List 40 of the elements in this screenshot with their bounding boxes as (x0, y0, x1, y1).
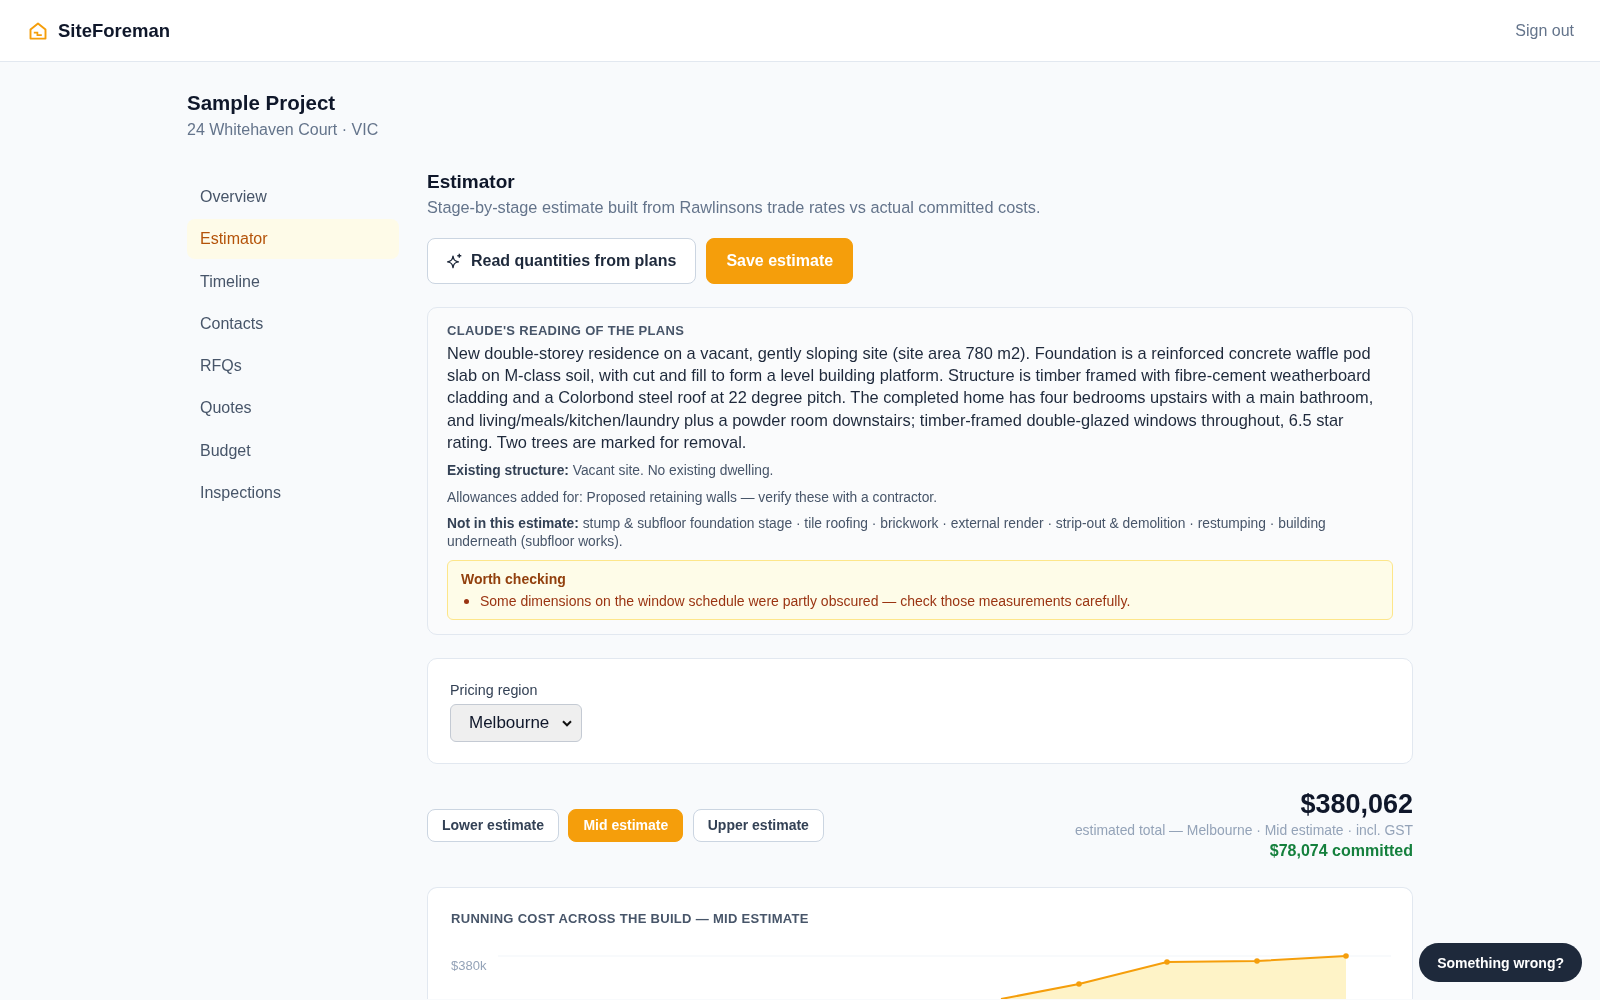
data-point (1164, 959, 1170, 965)
brand-name[interactable]: SiteForeman (58, 19, 171, 42)
sidebar-item[interactable]: Estimator (187, 219, 399, 260)
warning-title: Worth checking (461, 570, 567, 589)
project-title: Sample Project (187, 90, 337, 116)
plans-summary: New double-storey residence on a vacant, gently sloping site (site area 780 m2). Foundation is a reinforced concrete waffle pod slab on M-class soil, with cut and fill to form a level building platform. Structure is timber framed with fibre-cement weatherboard cladding and a Colorbond steel roof at 22 degree pitch. The completed home has four bedrooms upstairs with a main bathroom, and living/meals/kitchen/laundry plus a powder room downstairs; timber-framed double-glazed windows throughout, 6.5 star rating. Two trees are marked for removal. (447, 343, 1375, 453)
data-point (1254, 958, 1260, 964)
sign-out-link[interactable]: Sign out (1515, 21, 1574, 40)
estimate-tab[interactable]: Lower estimate (427, 808, 559, 842)
house-icon (29, 21, 47, 40)
sidebar-item[interactable]: Budget (187, 430, 399, 471)
section-subtitle: Stage-by-stage estimate built from Rawlinsons trade rates vs actual committed costs. (427, 197, 1042, 218)
field-label: Pricing region (450, 681, 539, 699)
sparkle-icon (446, 252, 463, 270)
project-address: 24 Whitehaven Court · VIC (187, 120, 380, 140)
estimate-tab[interactable]: Upper estimate (692, 808, 824, 842)
bullet-icon (464, 598, 469, 604)
warning-text: Some dimensions on the window schedule were partly obscured — check those measurements carefully. (480, 592, 1131, 611)
note-text: Allowances added for: Proposed retaining walls — verify these with a contractor. (447, 488, 939, 506)
chevron-down-icon (562, 719, 572, 727)
sidebar-item[interactable]: Overview (187, 177, 399, 217)
chart-title: RUNNING COST ACROSS THE BUILD — MID ESTIMATE (451, 910, 810, 928)
total-amount: $380,062 (1300, 788, 1413, 820)
sidebar-item[interactable]: Inspections (187, 473, 399, 514)
axis-label: $380k (451, 958, 487, 973)
sidebar-item[interactable]: Timeline (187, 261, 399, 302)
note-text: Existing structure: Vacant site. No existing dwelling. (447, 462, 775, 480)
total-caption: estimated total — Melbourne · Mid estimate · incl. GST (1074, 821, 1413, 840)
note-text: Not in this estimate: stump & subfloor foundation stage · tile roofing · brickwork · external render · strip-out & demolition · restumping · building underneath (subfloor works). (447, 515, 1327, 550)
committed-amount: $78,074 committed (1269, 841, 1413, 861)
sidebar-item[interactable]: RFQs (187, 346, 399, 387)
sidebar-item[interactable]: Contacts (187, 303, 399, 344)
section-title: Estimator (427, 171, 516, 193)
sidebar-item[interactable]: Quotes (187, 388, 399, 429)
feedback-button[interactable]: Something wrong? (1419, 943, 1582, 982)
data-point (1076, 981, 1082, 987)
data-point (1343, 953, 1349, 959)
region-select[interactable]: Melbourne (450, 704, 582, 742)
read-plans-button[interactable]: Read quantities from plans (427, 238, 697, 284)
card-heading: CLAUDE'S READING OF THE PLANS (447, 322, 686, 340)
